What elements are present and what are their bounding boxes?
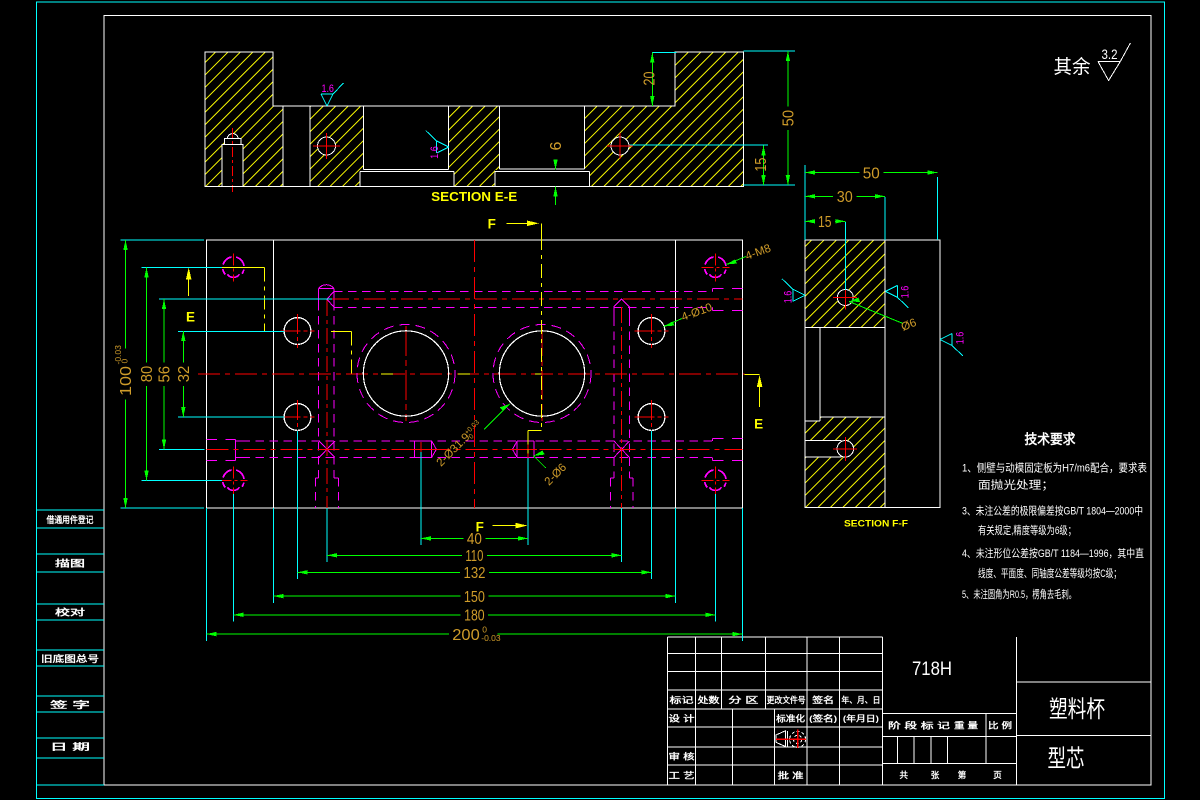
svg-text:处数: 处数: [696, 695, 720, 705]
svg-text:标准化: 标准化: [775, 714, 806, 724]
svg-text:3.2: 3.2: [1102, 46, 1118, 62]
svg-text:标记: 标记: [668, 695, 694, 705]
svg-text:设 计: 设 计: [669, 714, 696, 724]
svg-text:SECTION E-E: SECTION E-E: [431, 189, 517, 204]
svg-text:张: 张: [931, 770, 940, 780]
svg-text:签名: 签名: [811, 695, 834, 705]
svg-text:阶 段 标 记: 阶 段 标 记: [888, 721, 951, 731]
svg-text:6: 6: [548, 141, 565, 150]
svg-text:15: 15: [818, 214, 832, 231]
svg-text:F: F: [488, 217, 496, 232]
svg-text:其余: 其余: [1054, 56, 1091, 78]
svg-text:技术要求: 技术要求: [1025, 431, 1076, 447]
svg-text:页: 页: [993, 770, 1002, 780]
svg-text:面抛光处理；: 面抛光处理；: [978, 478, 1054, 492]
svg-text:56: 56: [157, 366, 174, 383]
svg-text:(年月日): (年月日): [843, 714, 879, 724]
svg-text:4、未注形位公差按GB/T 1184—1996，其中直: 4、未注形位公差按GB/T 1184—1996，其中直: [962, 546, 1144, 560]
svg-text:-0.03: -0.03: [481, 633, 501, 643]
svg-text:塑料杯: 塑料杯: [1049, 696, 1105, 722]
svg-text:SECTION F-F: SECTION F-F: [844, 519, 908, 530]
svg-text:重 量: 重 量: [954, 721, 979, 731]
svg-text:150: 150: [464, 589, 485, 606]
svg-text:1.6: 1.6: [783, 291, 795, 304]
svg-text:132: 132: [464, 565, 486, 582]
svg-text:718H: 718H: [912, 659, 952, 680]
svg-text:100: 100: [118, 366, 135, 396]
svg-text:40: 40: [467, 531, 482, 548]
svg-text:5、未注圆角为R0.5，楞角去毛刺。: 5、未注圆角为R0.5，楞角去毛刺。: [962, 587, 1076, 601]
svg-text:型芯: 型芯: [1048, 746, 1085, 773]
svg-text:180: 180: [464, 608, 485, 625]
svg-text:有关规定,精度等级为6级；: 有关规定,精度等级为6级；: [978, 523, 1076, 537]
svg-text:签 字: 签 字: [48, 699, 90, 710]
svg-text:110: 110: [465, 548, 483, 565]
svg-text:20: 20: [642, 71, 659, 85]
svg-text:共: 共: [899, 770, 908, 780]
svg-text:15: 15: [753, 158, 770, 172]
svg-text:1.6: 1.6: [900, 286, 912, 299]
svg-text:3、未注公差的极限偏差按GB/T 1804—2000中: 3、未注公差的极限偏差按GB/T 1804—2000中: [962, 504, 1143, 518]
svg-text:批 准: 批 准: [778, 771, 805, 781]
svg-text:E: E: [186, 310, 195, 325]
svg-text:50: 50: [863, 165, 880, 182]
svg-text:1.6: 1.6: [955, 332, 967, 345]
svg-text:(签名): (签名): [809, 714, 837, 724]
svg-text:200: 200: [452, 627, 480, 644]
svg-text:E: E: [754, 417, 763, 432]
svg-text:校对: 校对: [55, 607, 85, 618]
svg-text:借通用件登记: 借通用件登记: [46, 514, 94, 525]
svg-text:80: 80: [139, 366, 156, 383]
svg-text:日 期: 日 期: [50, 741, 90, 752]
svg-text:1.6: 1.6: [429, 146, 441, 159]
svg-text:分 区: 分 区: [728, 695, 759, 705]
svg-text:第: 第: [958, 770, 967, 780]
svg-text:30: 30: [837, 189, 853, 206]
svg-text:线度、平面度、同轴度公差等级均按C级；: 线度、平面度、同轴度公差等级均按C级；: [978, 566, 1121, 580]
svg-text:比 例: 比 例: [988, 721, 1013, 731]
svg-text:1.6: 1.6: [321, 83, 334, 95]
svg-text:更改文件号: 更改文件号: [767, 695, 806, 705]
svg-text:描图: 描图: [55, 558, 85, 569]
svg-text:50: 50: [781, 110, 798, 127]
svg-text:年、月、日: 年、月、日: [841, 695, 880, 705]
svg-text:工 艺: 工 艺: [669, 771, 696, 781]
svg-text:1、侧壁与动模固定板为H7/m6配合，要求表: 1、侧壁与动模固定板为H7/m6配合，要求表: [962, 461, 1147, 475]
svg-text:审 核: 审 核: [669, 752, 696, 762]
svg-text:32: 32: [176, 366, 193, 383]
svg-text:旧底图总号: 旧底图总号: [41, 653, 99, 664]
svg-text:-0.03: -0.03: [113, 345, 123, 365]
